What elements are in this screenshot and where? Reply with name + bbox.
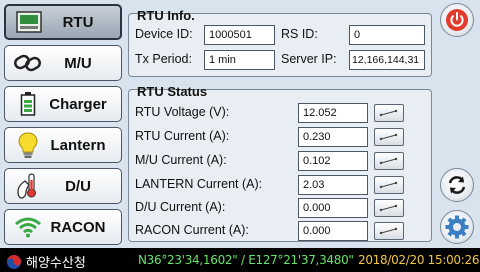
rs-id-field[interactable]: 0 (349, 25, 425, 45)
status-bar: 해양수산청 N36°23'34,1602" / E127°21'37,3480"… (0, 248, 480, 272)
device-id-label: Device ID: (135, 27, 193, 41)
rtu-info-title: RTU Info. (137, 8, 195, 23)
rtu-voltage-label: RTU Voltage (V): (135, 105, 230, 119)
du-current-graph-button[interactable] (374, 199, 404, 217)
server-ip-label: Server IP: (281, 52, 337, 66)
tx-period-label: Tx Period: (135, 52, 192, 66)
sidebar-item-du[interactable]: D/U (4, 168, 122, 204)
trend-line-icon (379, 181, 398, 189)
trend-line-icon (379, 227, 398, 235)
refresh-icon (448, 176, 466, 194)
trend-line-icon (379, 157, 398, 165)
mu-current-field: 0.102 (298, 151, 368, 171)
trend-line-icon (379, 133, 398, 141)
power-icon (446, 9, 468, 31)
sidebar-item-label: RACON (50, 218, 106, 236)
battery-icon (11, 89, 45, 119)
rtu-monitor-icon (12, 7, 46, 37)
power-button[interactable] (440, 3, 474, 37)
racon-current-label: RACON Current (A): (135, 223, 249, 237)
trend-line-icon (379, 109, 398, 117)
refresh-button[interactable] (440, 168, 474, 202)
sidebar-item-charger[interactable]: Charger (4, 86, 122, 122)
mu-current-graph-button[interactable] (374, 152, 404, 170)
wifi-signal-icon (11, 212, 45, 242)
sidebar-item-label: D/U (65, 177, 91, 195)
sidebar-item-label: Charger (49, 95, 107, 113)
rtu-current-label: RTU Current (A): (135, 129, 230, 143)
rtu-current-field: 0.230 (298, 127, 368, 147)
chain-link-icon (11, 48, 45, 78)
rtu-voltage-graph-button[interactable] (374, 104, 404, 122)
sidebar-item-label: RTU (62, 13, 94, 31)
sidebar-item-rtu[interactable]: RTU (4, 4, 122, 40)
server-ip-field[interactable]: 12,166,144,31 (349, 50, 425, 70)
trend-line-icon (379, 204, 398, 212)
gps-coordinates: N36°23'34,1602" / E127°21'37,3480" (138, 253, 354, 267)
sidebar-item-racon[interactable]: RACON (4, 209, 122, 245)
sidebar-item-mu[interactable]: M/U (4, 45, 122, 81)
thermometer-icon (11, 171, 45, 201)
tx-period-field[interactable]: 1 min (204, 50, 275, 70)
settings-button[interactable] (440, 210, 474, 244)
du-current-field: 0.000 (298, 198, 368, 218)
sidebar-item-label: Lantern (50, 136, 106, 154)
taegeuk-logo-icon (7, 254, 21, 269)
gear-icon (445, 215, 469, 239)
du-current-label: D/U Current (A): (135, 200, 226, 214)
rs-id-label: RS ID: (281, 27, 318, 41)
rtu-current-graph-button[interactable] (374, 128, 404, 146)
rtu-voltage-field: 12.052 (298, 103, 368, 123)
mu-current-label: M/U Current (A): (135, 153, 227, 167)
datetime-display: 2018/02/20 15:00:26 (358, 253, 480, 267)
device-id-field[interactable]: 1000501 (204, 25, 275, 45)
lantern-current-graph-button[interactable] (374, 176, 404, 194)
organization-logo: 해양수산청 (6, 252, 86, 271)
lightbulb-icon (11, 130, 45, 160)
rtu-status-title: RTU Status (137, 84, 208, 99)
racon-current-field: 0.000 (298, 221, 368, 241)
organization-name: 해양수산청 (26, 255, 86, 270)
lantern-current-field: 2.03 (298, 175, 368, 195)
sidebar-item-label: M/U (64, 54, 92, 72)
racon-current-graph-button[interactable] (374, 222, 404, 240)
sidebar-item-lantern[interactable]: Lantern (4, 127, 122, 163)
lantern-current-label: LANTERN Current (A): (135, 177, 263, 191)
